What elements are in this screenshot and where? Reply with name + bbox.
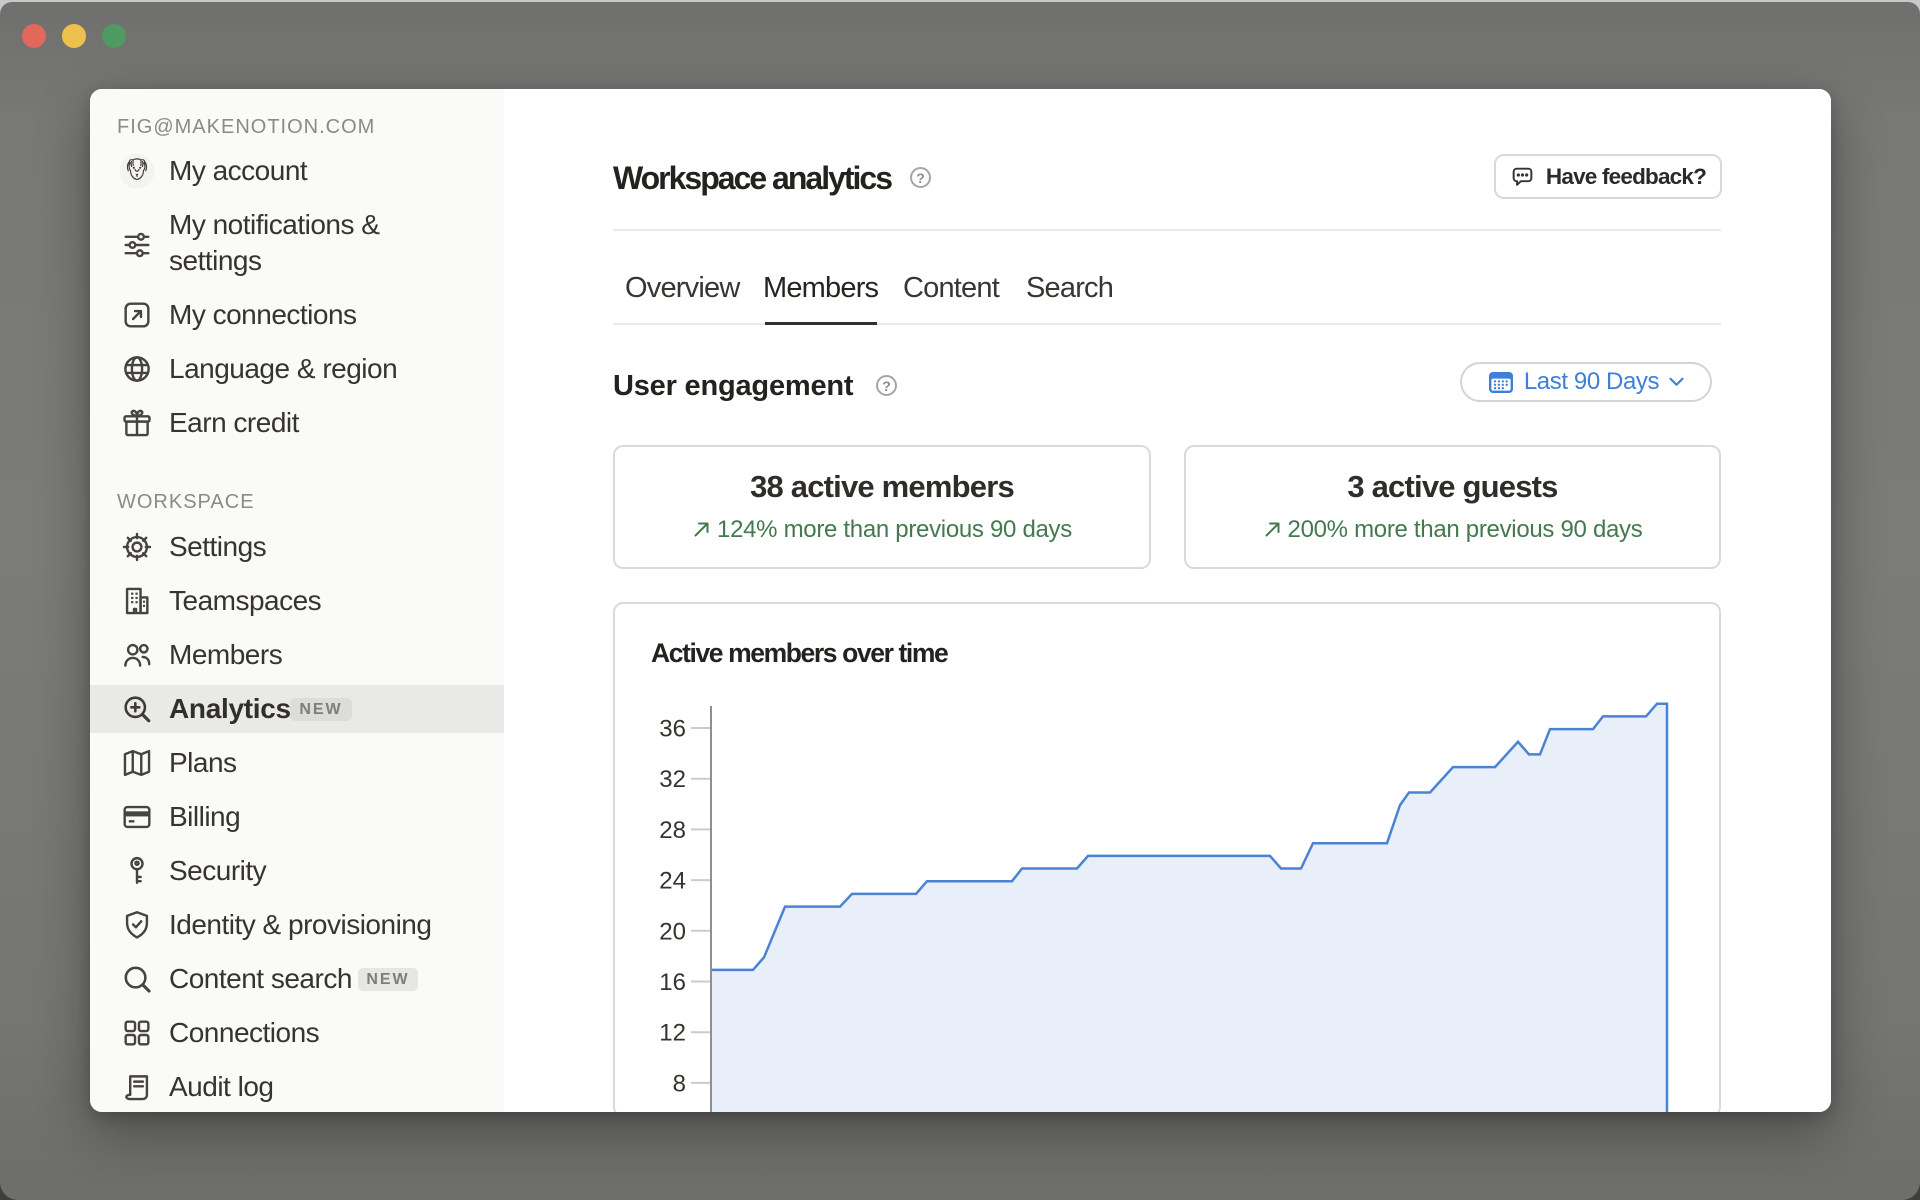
svg-text:12: 12 — [659, 1020, 686, 1047]
svg-text:24: 24 — [659, 868, 686, 895]
svg-text:32: 32 — [659, 766, 686, 793]
svg-text:8: 8 — [673, 1070, 686, 1097]
svg-text:36: 36 — [659, 716, 686, 743]
svg-text:28: 28 — [659, 817, 686, 844]
svg-text:20: 20 — [659, 918, 686, 945]
svg-text:16: 16 — [659, 969, 686, 996]
